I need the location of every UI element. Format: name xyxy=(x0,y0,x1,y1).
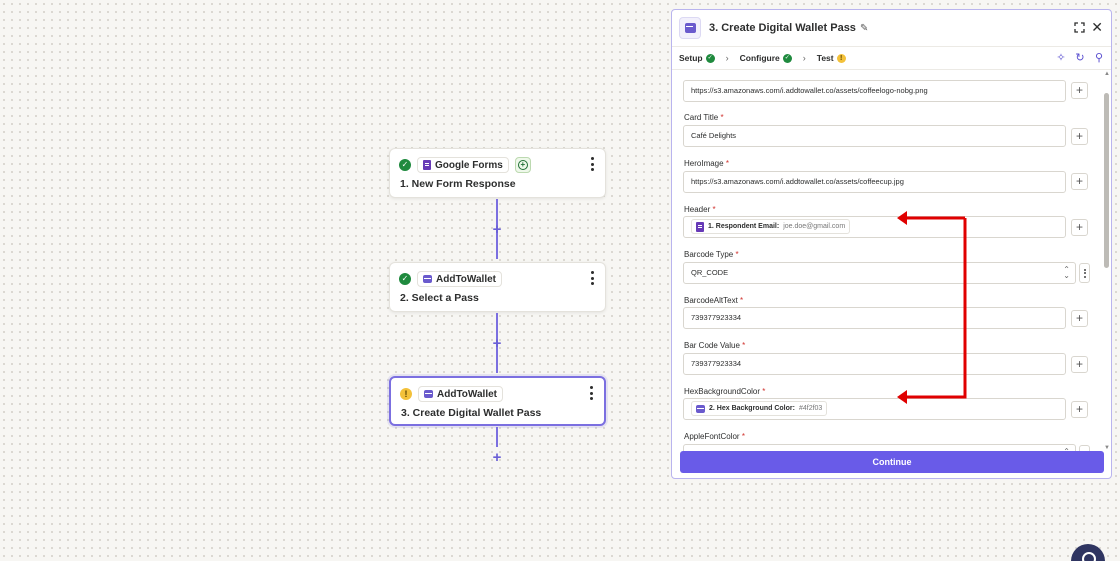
app-name: AddToWallet xyxy=(437,388,497,400)
step-node-2[interactable]: ✓ AddToWallet 2. Select a Pass xyxy=(389,262,606,312)
barcode-type-select[interactable]: QR_CODE ⌃ ⌄ xyxy=(683,262,1076,284)
field-label: Barcode Type * xyxy=(684,250,739,259)
sparkle-icon[interactable]: ✧ xyxy=(1055,52,1067,64)
tab-setup[interactable]: Setup ✓ xyxy=(679,53,715,63)
app-name: Google Forms xyxy=(435,159,503,171)
header-field[interactable]: 1. Respondent Email: joe.doe@gmail.com xyxy=(683,216,1066,238)
search-icon[interactable]: ⚲ xyxy=(1093,52,1105,64)
annotation-arrows xyxy=(897,211,967,404)
field-label: HexBackgroundColor * xyxy=(684,387,766,396)
warning-icon: ! xyxy=(400,388,412,400)
panel-scrollbar[interactable]: ▲ ▼ xyxy=(1103,71,1111,451)
tab-label: Configure xyxy=(739,53,780,63)
success-check-icon: ✓ xyxy=(399,273,411,285)
logo-url-field[interactable]: https://s3.amazonaws.com/i.addtowallet.c… xyxy=(683,80,1066,102)
scrollbar-thumb[interactable] xyxy=(1104,93,1109,268)
pencil-icon[interactable]: ✎ xyxy=(860,23,868,34)
field-label: Card Title * xyxy=(684,113,724,122)
addtowallet-app-icon xyxy=(679,17,701,39)
insert-data-icon[interactable]: + xyxy=(1071,401,1088,418)
close-icon[interactable]: ✕ xyxy=(1091,19,1103,36)
step-title: 3. Create Digital Wallet Pass xyxy=(401,407,542,419)
expand-icon[interactable] xyxy=(1074,22,1085,33)
tab-label: Setup xyxy=(679,53,703,63)
field-label: BarcodeAltText * xyxy=(684,296,744,305)
step-config-panel: 3. Create Digital Wallet Pass ✎ ✕ Setup ✓… xyxy=(671,9,1112,479)
more-options-icon[interactable] xyxy=(589,271,595,285)
pill-label: 1. Respondent Email: xyxy=(708,222,780,230)
hero-image-field[interactable]: https://s3.amazonaws.com/i.addtowallet.c… xyxy=(683,171,1066,193)
add-step-plus-icon[interactable]: + xyxy=(491,222,503,237)
addtowallet-icon xyxy=(423,275,432,283)
more-options-icon[interactable] xyxy=(589,157,595,171)
panel-title[interactable]: 3. Create Digital Wallet Pass ✎ xyxy=(709,22,868,34)
connector-line xyxy=(496,427,498,447)
scroll-up-icon[interactable]: ▲ xyxy=(1104,71,1110,77)
success-check-icon: ✓ xyxy=(399,159,411,171)
insert-data-icon[interactable]: + xyxy=(1071,219,1088,236)
step-node-3[interactable]: ! AddToWallet 3. Create Digital Wallet P… xyxy=(389,376,606,426)
pill-sample: joe.doe@gmail.com xyxy=(783,222,846,230)
insert-data-icon[interactable]: + xyxy=(1071,173,1088,190)
field-label: HeroImage * xyxy=(684,159,729,168)
help-chat-icon[interactable] xyxy=(1071,544,1105,561)
refresh-icon[interactable]: ↻ xyxy=(1074,52,1086,64)
check-icon: ✓ xyxy=(782,53,792,63)
chevron-right-icon: › xyxy=(802,53,806,63)
pill-label: 2. Hex Background Color: xyxy=(709,404,795,412)
step-title: 2. Select a Pass xyxy=(400,292,479,304)
more-options-icon[interactable] xyxy=(1079,263,1090,283)
tab-configure[interactable]: Configure ✓ xyxy=(740,53,792,63)
insert-data-icon[interactable]: + xyxy=(1071,128,1088,145)
insert-data-icon[interactable]: + xyxy=(1071,82,1088,99)
add-trigger-icon[interactable]: + xyxy=(514,157,531,173)
app-chip-addtowallet: AddToWallet xyxy=(417,271,502,287)
mapped-data-pill[interactable]: 1. Respondent Email: joe.doe@gmail.com xyxy=(691,219,851,234)
apple-font-color-select[interactable]: #000000 ⌃⌄ xyxy=(683,444,1076,451)
add-step-plus-icon[interactable]: + xyxy=(491,450,503,465)
pill-sample: #4f2f03 xyxy=(798,404,823,412)
select-value: QR_CODE xyxy=(691,268,729,277)
step-node-1[interactable]: ✓ Google Forms + 1. New Form Response xyxy=(389,148,606,198)
bar-code-value-field[interactable]: 739377923334 xyxy=(683,353,1066,375)
step-title: 1. New Form Response xyxy=(400,178,516,190)
addtowallet-icon xyxy=(424,390,433,398)
google-forms-icon xyxy=(423,160,431,170)
add-step-plus-icon[interactable]: + xyxy=(491,336,503,351)
field-label: Header * xyxy=(684,205,716,214)
app-name: AddToWallet xyxy=(436,273,496,285)
panel-tabs: Setup ✓ › Configure ✓ › Test ! ✧ ↻ ⚲ xyxy=(672,46,1111,70)
insert-data-icon[interactable]: + xyxy=(1071,310,1088,327)
hex-background-color-field[interactable]: 2. Hex Background Color: #4f2f03 xyxy=(683,398,1066,420)
field-label: AppleFontColor * xyxy=(684,432,745,441)
panel-title-text: 3. Create Digital Wallet Pass xyxy=(709,22,856,34)
more-options-icon[interactable] xyxy=(588,386,594,400)
google-forms-icon xyxy=(696,221,704,232)
barcode-alt-text-field[interactable]: 739377923334 xyxy=(683,307,1066,329)
card-title-field[interactable]: Café Delights xyxy=(683,125,1066,147)
warning-icon: ! xyxy=(836,53,846,63)
scroll-down-icon[interactable]: ▼ xyxy=(1104,445,1110,451)
addtowallet-icon xyxy=(696,404,705,413)
app-chip-google-forms: Google Forms xyxy=(417,157,509,173)
panel-header: 3. Create Digital Wallet Pass ✎ ✕ xyxy=(672,10,1111,46)
configure-form: https://s3.amazonaws.com/i.addtowallet.c… xyxy=(672,71,1102,451)
insert-data-icon[interactable]: + xyxy=(1071,356,1088,373)
check-icon: ✓ xyxy=(705,53,715,63)
mapped-data-pill[interactable]: 2. Hex Background Color: #4f2f03 xyxy=(691,401,828,416)
select-arrows-icon: ⌃⌄ xyxy=(1063,265,1070,280)
chevron-right-icon: › xyxy=(725,53,729,63)
continue-button[interactable]: Continue xyxy=(680,451,1104,473)
tab-test[interactable]: Test ! xyxy=(817,53,846,63)
field-label: Bar Code Value * xyxy=(684,341,746,350)
tab-label: Test xyxy=(816,53,834,63)
app-chip-addtowallet: AddToWallet xyxy=(418,386,503,402)
